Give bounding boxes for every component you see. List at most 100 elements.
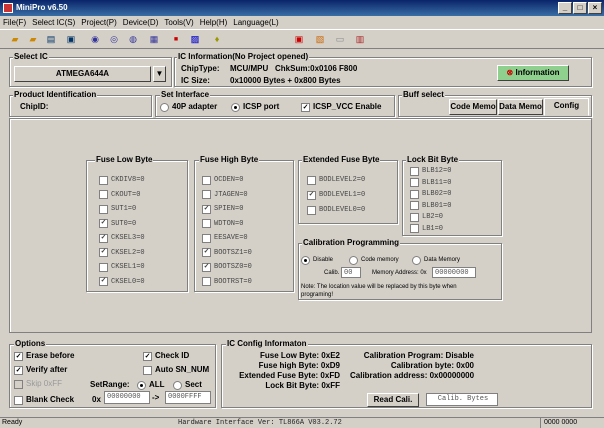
maximize-icon[interactable]: □: [573, 2, 587, 14]
menu-language[interactable]: Language(L): [233, 16, 278, 29]
blank-check-checkbox[interactable]: Blank Check: [14, 395, 74, 405]
checkbox-label: BLB02=0: [422, 190, 452, 198]
read-icon[interactable]: ◎: [107, 33, 121, 46]
skip-ff-checkbox[interactable]: Skip 0xFF: [14, 379, 62, 389]
ext-fuse-checkbox[interactable]: BODLEVEL2=0: [307, 175, 365, 185]
tab-config[interactable]: Config: [544, 98, 589, 116]
menu-file[interactable]: File(F): [3, 16, 26, 29]
check-id-checkbox[interactable]: ✓ Check ID: [143, 351, 189, 361]
menu-device[interactable]: Device(D): [123, 16, 159, 29]
menu-project[interactable]: Project(P): [81, 16, 117, 29]
chip-icon[interactable]: ▥: [353, 33, 367, 46]
radio-calib-code[interactable]: Code memory: [349, 255, 399, 265]
fuse-high-checkbox[interactable]: ✓ BOOTSZ0=0: [202, 262, 252, 272]
calib-byte-input[interactable]: 00: [341, 267, 361, 278]
erase-before-checkbox[interactable]: ✓ Erase before: [14, 351, 74, 361]
menu-bar: File(F) Select IC(S) Project(P) Device(D…: [0, 16, 604, 29]
fuse-high-checkbox[interactable]: WDTON=0: [202, 219, 243, 229]
calib-bytes-field[interactable]: Calib. Bytes: [426, 393, 498, 406]
lock-bit-checkbox[interactable]: LB2=0: [410, 212, 443, 222]
check-icon: ✓: [307, 190, 316, 200]
fuse-low-checkbox[interactable]: CKDIV8=0: [99, 175, 145, 185]
config-calib-byte: Calibration byte: 0x00: [390, 361, 474, 370]
close-icon[interactable]: ×: [588, 2, 602, 14]
fuse-low-checkbox[interactable]: ✓ SUT0=0: [99, 219, 136, 229]
ic-dropdown-button[interactable]: ▼: [153, 66, 166, 82]
verify-after-checkbox[interactable]: ✓ Verify after: [14, 365, 67, 375]
checkbox-label: Erase before: [26, 351, 75, 360]
fill-icon[interactable]: ■: [169, 33, 183, 46]
fuse-high-checkbox[interactable]: BOOTRST=0: [202, 277, 252, 287]
fuse-low-checkbox[interactable]: SUT1=0: [99, 204, 136, 214]
open-icon[interactable]: ▰: [8, 33, 22, 46]
menu-tools[interactable]: Tools(V): [164, 16, 193, 29]
fuse-high-checkbox[interactable]: ✓ SPIEN=0: [202, 204, 243, 214]
lock-bit-checkbox[interactable]: BLB01=0: [410, 201, 451, 211]
fuse-low-checkbox[interactable]: ✓ CKSEL3=0: [99, 233, 145, 243]
fuse-high-title: Fuse High Byte: [199, 155, 260, 165]
checkbox-label: BLB01=0: [422, 201, 452, 210]
radio-40p-adapter[interactable]: 40P adapter: [160, 102, 217, 112]
check-icon: ✓: [202, 204, 211, 214]
radio-icsp-port[interactable]: ICSP port: [231, 102, 279, 112]
chiptype-label: ChipType:: [181, 64, 220, 73]
fuse-low-checkbox[interactable]: ✓ CKSEL2=0: [99, 248, 145, 258]
check-icon: ✓: [301, 102, 310, 112]
ext-fuse-checkbox[interactable]: ✓ BODLEVEL1=0: [307, 190, 365, 200]
lock-bit-checkbox[interactable]: LB1=0: [410, 224, 443, 234]
calib-addr-input[interactable]: 00000000: [432, 267, 476, 278]
auto-sn-checkbox[interactable]: Auto SN_NUM: [143, 365, 209, 375]
range-start-input[interactable]: 00000000: [104, 391, 150, 404]
checkbox-empty: [410, 178, 419, 187]
fuse-high-checkbox[interactable]: ✓ BOOTSZ1=0: [202, 248, 252, 258]
fuse-low-checkbox[interactable]: CKSEL1=0: [99, 262, 145, 272]
radio-calib-disable[interactable]: Disable: [301, 255, 333, 265]
lock-bit-checkbox[interactable]: BLB11=0: [410, 178, 451, 188]
protect-icon[interactable]: ▣: [292, 33, 306, 46]
device-id-icon[interactable]: ◉: [88, 33, 102, 46]
checkbox-label: WDTON=0: [214, 219, 244, 228]
icsp-vcc-checkbox[interactable]: ✓ ICSP_VCC Enable: [301, 102, 381, 112]
checkbox-label: BOOTRST=0: [214, 277, 252, 286]
checkbox-label: CKDIV8=0: [111, 176, 145, 184]
tools-icon[interactable]: ♦: [210, 33, 224, 46]
blank-check-icon[interactable]: ▨: [188, 33, 202, 46]
fuse-high-checkbox[interactable]: JTAGEN=0: [202, 190, 248, 200]
fuse-high-checkbox[interactable]: EESAVE=0: [202, 233, 248, 243]
range-end-input[interactable]: 0000FFFF: [165, 391, 211, 404]
check-icon: ✓: [99, 248, 108, 257]
menu-select-ic[interactable]: Select IC(S): [32, 16, 75, 29]
open-project-icon[interactable]: ▤: [44, 33, 58, 46]
edit-icon[interactable]: ▧: [313, 33, 327, 46]
information-button[interactable]: ⊗ Information: [497, 65, 569, 81]
config-calib-addr: Calibration address: 0x00000000: [350, 371, 475, 380]
checkbox-label: SUT1=0: [111, 205, 137, 213]
program-icon[interactable]: ◍: [126, 33, 140, 46]
test-icon[interactable]: ▭: [333, 33, 347, 46]
open-folder-icon[interactable]: ▰: [26, 33, 40, 46]
radio-range-all[interactable]: ALL: [137, 380, 165, 390]
checkbox-empty: [99, 190, 108, 199]
tab-data-memo[interactable]: Data Memo: [498, 99, 543, 115]
fuse-low-checkbox[interactable]: ✓ CKSEL0=0: [99, 277, 145, 287]
fuse-low-checkbox[interactable]: CKOUT=0: [99, 190, 140, 200]
checkbox-label: CKSEL1=0: [111, 263, 145, 271]
lock-bit-checkbox[interactable]: BLB12=0: [410, 166, 451, 176]
window-title: MiniPro v6.50: [16, 3, 68, 12]
lock-bit-checkbox[interactable]: BLB02=0: [410, 189, 451, 199]
ext-fuse-checkbox[interactable]: BODLEVEL0=0: [307, 205, 365, 215]
checkbox-label: LB2=0: [422, 213, 444, 221]
fuse-high-checkbox[interactable]: OCDEN=0: [202, 175, 243, 185]
menu-help[interactable]: Help(H): [200, 16, 228, 29]
verify-icon[interactable]: ▦: [147, 33, 161, 46]
tab-code-memo[interactable]: Code Memo: [449, 99, 497, 115]
calib-addr-label: Memory Address: 0x: [372, 270, 427, 276]
save-icon[interactable]: ▣: [64, 33, 78, 46]
chiptype-value: MCU/MPU: [230, 64, 269, 73]
ic-name-field[interactable]: ATMEGA644A: [14, 66, 151, 82]
read-cali-button[interactable]: Read Cali.: [367, 393, 419, 407]
radio-calib-data[interactable]: Data Memory: [412, 255, 460, 265]
calib-byte-label: Calib.: [324, 270, 340, 276]
radio-range-sect[interactable]: Sect: [173, 380, 202, 390]
minimize-icon[interactable]: _: [558, 2, 572, 14]
